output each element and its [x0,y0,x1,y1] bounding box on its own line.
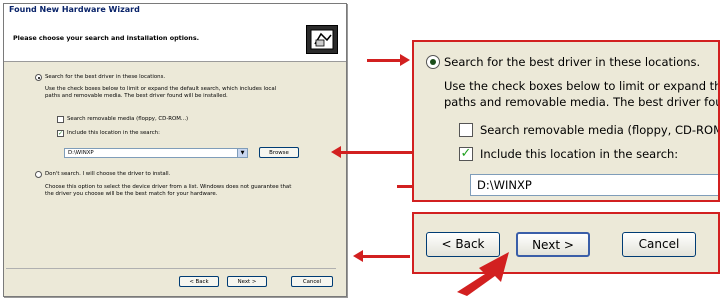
dont-search-label: Don't search. I will choose the driver t… [45,171,171,177]
pointer-arrow-top [367,59,401,62]
include-location-checkbox[interactable]: ✓ [57,130,64,137]
zoom-include-location-label: Include this location in the search: [480,147,679,161]
search-best-radio[interactable] [35,74,42,81]
dont-desc-line2: the driver you choose will be the best m… [45,191,218,197]
pointer-arrowhead-middle [331,146,341,158]
back-button[interactable]: < Back [179,276,219,287]
pointer-arrowhead-top [400,54,410,66]
zoom-desc-line1: Use the check boxes below to limit or ex… [444,79,720,93]
zoom-location-input[interactable]: D:\WINXP [470,174,718,196]
zoom-desc-line2: paths and removable media. The best driv… [444,95,720,109]
header-title: Please choose your search and installati… [13,34,200,42]
browse-button[interactable]: Browse [259,147,299,158]
cancel-button[interactable]: Cancel [291,276,333,287]
big-pointer-arrow [457,252,509,296]
pointer-arrow-middle [340,151,412,154]
title-bar: Found New Hardware Wizard [4,4,346,19]
dont-desc-line1: Choose this option to select the device … [45,184,292,190]
removable-media-label: Search removable media (floppy, CD-ROM..… [67,116,189,122]
zoom-search-best-label: Search for the best driver in these loca… [444,55,701,69]
search-desc-line1: Use the check boxes below to limit or ex… [45,86,277,92]
divider [6,268,336,269]
dont-search-radio[interactable] [35,171,42,178]
location-combo[interactable]: D:\WINXP ▼ [64,148,248,158]
search-best-label: Search for the best driver in these loca… [45,74,166,80]
dropdown-icon[interactable]: ▼ [237,149,247,157]
window-title: Found New Hardware Wizard [9,5,140,14]
search-desc-line2: paths and removable media. The best driv… [45,93,228,99]
zoom-search-best-radio[interactable] [426,55,440,69]
zoom-location-value: D:\WINXP [477,178,532,192]
zoom-removable-media-checkbox[interactable] [459,123,473,137]
next-button[interactable]: Next > [227,276,267,287]
removable-media-checkbox[interactable] [57,116,64,123]
pointer-arrow-bottom [362,255,410,258]
hardware-wizard-icon [306,25,338,54]
zoom-removable-media-label: Search removable media (floppy, CD-ROM..… [480,123,720,137]
pointer-arrowhead-bottom [353,250,363,262]
location-value: D:\WINXP [68,150,94,156]
zoom-panel-options: Search for the best driver in these loca… [412,40,720,202]
zoom-include-location-checkbox[interactable]: ✓ [459,147,473,161]
zoom-cancel-button[interactable]: Cancel [622,232,696,257]
include-location-label: Include this location in the search: [67,130,160,136]
